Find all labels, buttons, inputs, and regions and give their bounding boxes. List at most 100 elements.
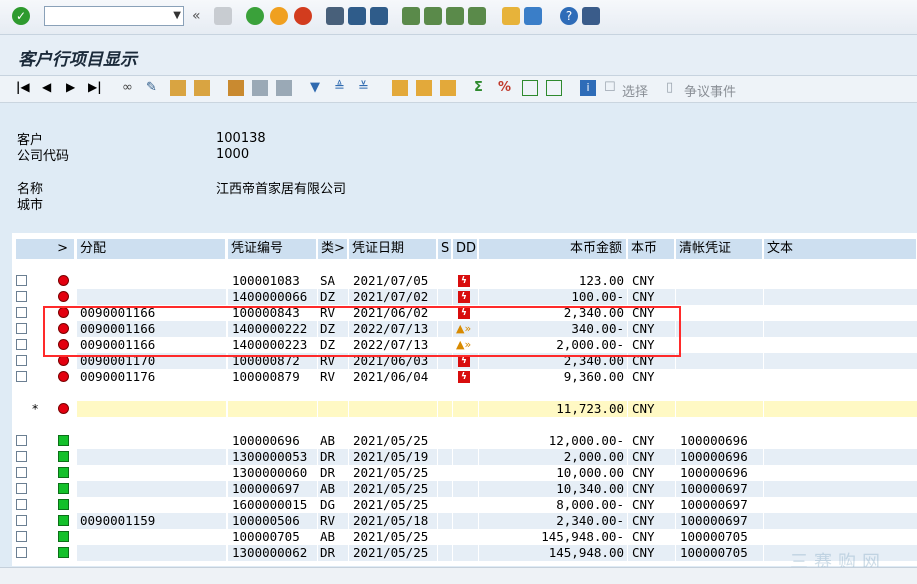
doc-date-cell: 2021/07/02: [353, 289, 429, 304]
table-row[interactable]: 100000696 AB 2021/05/25 12,000.00- CNY 100000…: [12, 433, 917, 449]
sort-desc-icon[interactable]: ≚: [358, 80, 374, 96]
dispute-label[interactable]: 争议事件: [684, 81, 736, 100]
table-row[interactable]: 0090001159 100000506 RV 2021/05/18 2,340.00-…: [12, 513, 917, 529]
row-checkbox[interactable]: [16, 323, 27, 334]
row-checkbox[interactable]: [16, 355, 27, 366]
column-clearing[interactable]: 清帐凭证: [676, 239, 763, 259]
process-icon[interactable]: [228, 80, 244, 96]
grid-icon[interactable]: [392, 80, 408, 96]
row-stripe: [764, 513, 917, 529]
amount-cell: 9,360.00: [563, 369, 624, 384]
next-icon[interactable]: ▶: [66, 80, 82, 96]
first-page-icon[interactable]: [402, 7, 420, 25]
percent-icon[interactable]: %: [498, 80, 514, 96]
row-stripe: [438, 481, 452, 497]
back-icon[interactable]: [246, 7, 264, 25]
find-icon[interactable]: [348, 7, 366, 25]
double-left-icon[interactable]: «: [192, 7, 210, 25]
row-checkbox[interactable]: [16, 515, 27, 526]
grid-arrow-icon[interactable]: [440, 80, 456, 96]
column-arrow[interactable]: >: [16, 239, 75, 259]
subtotal-currency: CNY: [632, 401, 655, 416]
table-row[interactable]: 1300000053 DR 2021/05/19 2,000.00 CNY 1000006…: [12, 449, 917, 465]
row-checkbox[interactable]: [16, 371, 27, 382]
find-next-icon[interactable]: [370, 7, 388, 25]
row-stripe: [764, 481, 917, 497]
open-status-icon: [58, 275, 69, 286]
last-page-icon[interactable]: [468, 7, 486, 25]
new-session-icon[interactable]: [502, 7, 520, 25]
cleared-status-icon: [58, 531, 69, 542]
subtotal-status-icon: [58, 403, 69, 414]
exit-icon[interactable]: [270, 7, 288, 25]
info-icon[interactable]: i: [580, 80, 596, 96]
table-row[interactable]: 1300000060 DR 2021/05/25 10,000.00 CNY 100000…: [12, 465, 917, 481]
table-row[interactable]: 100001083 SA 2021/07/05 123.00 CNY ϟ: [12, 273, 917, 289]
row-checkbox[interactable]: [16, 291, 27, 302]
table-row[interactable]: 0090001176 100000879 RV 2021/06/04 9,360.00 C…: [12, 369, 917, 385]
first-icon[interactable]: |◀: [16, 80, 32, 96]
grid-plus-icon[interactable]: [416, 80, 432, 96]
column-doc-no[interactable]: 凭证编号: [228, 239, 317, 259]
cancel-icon[interactable]: [294, 7, 312, 25]
row-checkbox[interactable]: [16, 547, 27, 558]
cleared-status-icon: [58, 499, 69, 510]
column-amount[interactable]: 本币金额: [479, 239, 627, 259]
copy-icon[interactable]: [252, 80, 268, 96]
table-row[interactable]: 1300000062 DR 2021/05/25 145,948.00 CNY 10000…: [12, 545, 917, 561]
column-dd[interactable]: DD: [453, 239, 478, 259]
enter-icon[interactable]: ✓: [12, 7, 30, 25]
row-checkbox[interactable]: [16, 499, 27, 510]
cleared-status-icon: [58, 547, 69, 558]
row-stripe: [676, 353, 763, 369]
row-checkbox[interactable]: [16, 307, 27, 318]
help-icon[interactable]: ?: [560, 7, 578, 25]
select-label[interactable]: 选择: [622, 81, 648, 100]
layout-select-icon[interactable]: [546, 80, 562, 96]
last-icon[interactable]: ▶|: [88, 80, 104, 96]
sort-asc-icon[interactable]: ≜: [334, 80, 350, 96]
table-row[interactable]: 100000705 AB 2021/05/25 145,948.00- CNY 10000…: [12, 529, 917, 545]
chevron-down-icon[interactable]: ▼: [173, 10, 181, 21]
subtotal-band: [453, 401, 478, 417]
row-checkbox[interactable]: [16, 531, 27, 542]
assignment-cell: 0090001159: [80, 513, 156, 528]
sum-icon[interactable]: Σ: [474, 80, 490, 96]
filter-icon[interactable]: ▼: [310, 80, 326, 96]
column-text[interactable]: 文本: [764, 239, 917, 259]
currency-cell: CNY: [632, 289, 655, 304]
edit-icon[interactable]: ✎: [146, 80, 162, 96]
horizontal-scrollbar[interactable]: [0, 567, 917, 584]
table-row[interactable]: 100000697 AB 2021/05/25 10,340.00 CNY 1000006…: [12, 481, 917, 497]
print-icon[interactable]: [326, 7, 344, 25]
glasses-icon[interactable]: ∞: [122, 80, 138, 96]
column-doc-date[interactable]: 凭证日期: [349, 239, 437, 259]
column-s[interactable]: S: [438, 239, 452, 259]
row-stripe: [764, 321, 917, 337]
row-checkbox[interactable]: [16, 483, 27, 494]
subtotal-icon[interactable]: [522, 80, 538, 96]
save-icon[interactable]: [214, 7, 232, 25]
select-icon[interactable]: ☐: [604, 80, 620, 96]
table-row[interactable]: 1400000066 DZ 2021/07/02 100.00- CNY ϟ: [12, 289, 917, 305]
document-icon[interactable]: [194, 80, 210, 96]
row-checkbox[interactable]: [16, 275, 27, 286]
row-checkbox[interactable]: [16, 435, 27, 446]
table-row[interactable]: 1600000015 DG 2021/05/25 8,000.00- CNY 100000…: [12, 497, 917, 513]
column-assignment[interactable]: 分配: [77, 239, 226, 259]
dispute-icon[interactable]: ▯: [666, 80, 682, 96]
layout-icon[interactable]: [582, 7, 600, 25]
display-icon[interactable]: [276, 80, 292, 96]
column-type[interactable]: 类>: [318, 239, 348, 259]
doc-no-cell: 100000705: [232, 529, 300, 544]
row-checkbox[interactable]: [16, 467, 27, 478]
column-currency[interactable]: 本币: [628, 239, 675, 259]
table-icon[interactable]: [170, 80, 186, 96]
row-checkbox[interactable]: [16, 451, 27, 462]
next-page-icon[interactable]: [446, 7, 464, 25]
previous-icon[interactable]: ◀: [42, 80, 58, 96]
prev-page-icon[interactable]: [424, 7, 442, 25]
shortcut-icon[interactable]: [524, 7, 542, 25]
row-checkbox[interactable]: [16, 339, 27, 350]
command-field[interactable]: ▼: [44, 6, 184, 26]
